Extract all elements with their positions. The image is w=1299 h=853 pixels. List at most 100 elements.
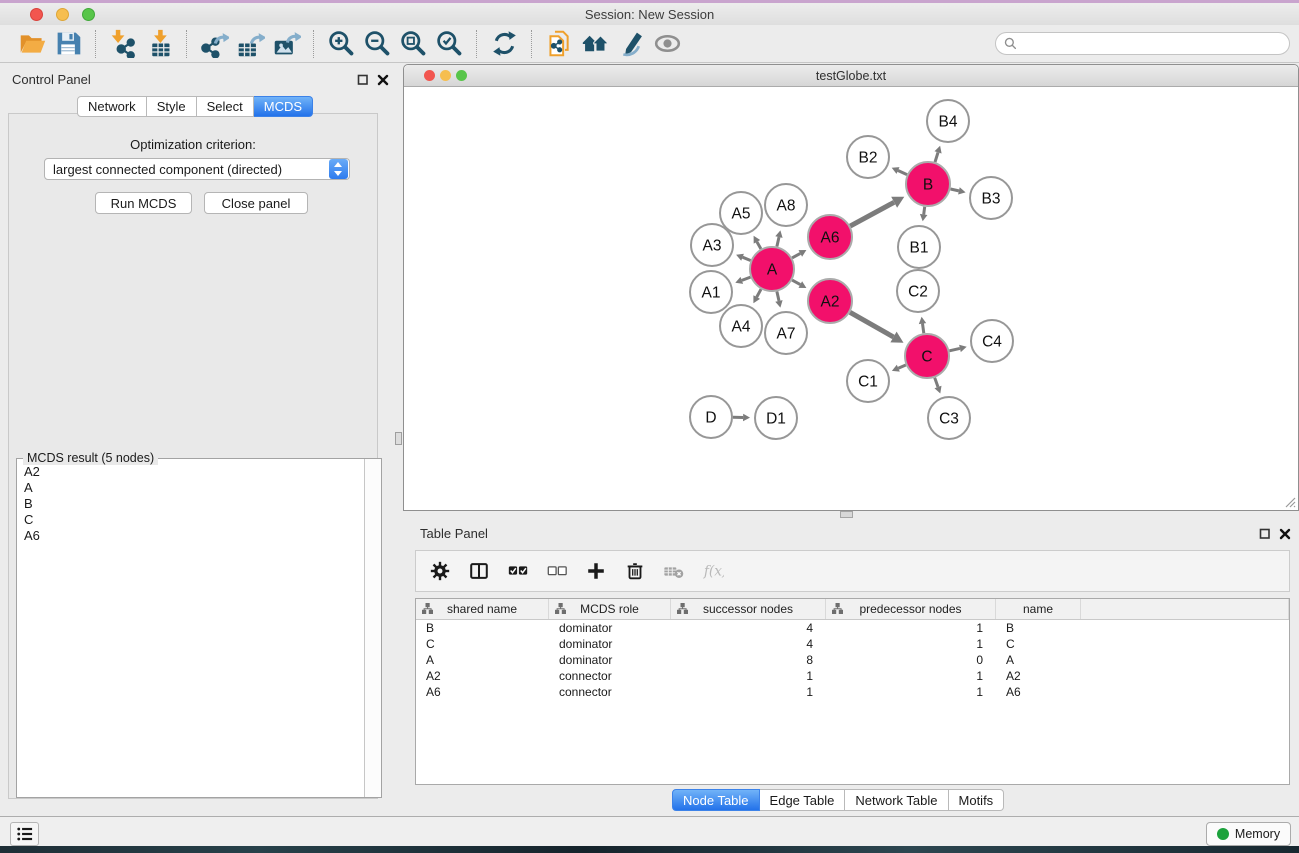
graph-node-C3[interactable]: C3 xyxy=(928,397,970,439)
result-scrollbar[interactable] xyxy=(364,459,381,797)
table-row-C[interactable]: Cdominator41C xyxy=(416,636,1289,652)
graph-node-C4[interactable]: C4 xyxy=(971,320,1013,362)
export-table-button[interactable] xyxy=(232,28,268,60)
graph-edge-C-C3[interactable] xyxy=(935,378,942,394)
search-input[interactable] xyxy=(995,32,1290,55)
mcds-result-item[interactable]: B xyxy=(24,496,357,512)
network-window-titlebar[interactable]: testGlobe.txt xyxy=(404,65,1298,87)
tab-network-table[interactable]: Network Table xyxy=(845,789,948,811)
graph-node-D[interactable]: D xyxy=(690,396,732,438)
split-panel-button[interactable] xyxy=(465,558,492,585)
graph-edge-A-A4[interactable] xyxy=(753,289,761,303)
graph-node-B2[interactable]: B2 xyxy=(847,136,889,178)
table-row-A[interactable]: Adominator80A xyxy=(416,652,1289,668)
graph-edge-C-C2[interactable] xyxy=(919,317,926,333)
horizontal-splitter-grip[interactable] xyxy=(840,511,853,518)
table-row-A2[interactable]: A2connector11A2 xyxy=(416,668,1289,684)
graph-edge-B-B3[interactable] xyxy=(951,187,966,194)
close-table-panel-icon[interactable] xyxy=(1279,527,1291,539)
mcds-result-item[interactable]: C xyxy=(24,512,357,528)
float-panel-icon[interactable] xyxy=(357,73,369,85)
graph-node-B4[interactable]: B4 xyxy=(927,100,969,142)
graph-edge-A-A3[interactable] xyxy=(736,254,751,261)
resize-grip-icon[interactable] xyxy=(1283,495,1296,508)
tab-edge-table[interactable]: Edge Table xyxy=(760,789,846,811)
zoom-in-button[interactable] xyxy=(323,28,359,60)
graph-edge-A6-B[interactable] xyxy=(850,197,904,226)
graph-edge-C-C1[interactable] xyxy=(892,365,906,372)
column-header-shared-name[interactable]: shared name xyxy=(416,599,549,619)
graph-edge-A-A1[interactable] xyxy=(735,277,750,284)
select-all-columns-button[interactable] xyxy=(504,558,531,585)
mcds-result-item[interactable]: A6 xyxy=(24,528,357,544)
graph-edge-A-A6[interactable] xyxy=(792,250,806,258)
vertical-splitter[interactable] xyxy=(391,63,403,816)
mcds-result-item[interactable]: A xyxy=(24,480,357,496)
graph-node-A4[interactable]: A4 xyxy=(720,305,762,347)
graph-edge-A-A7[interactable] xyxy=(775,292,782,308)
graph-edge-C-C4[interactable] xyxy=(949,345,966,352)
graph-node-A5[interactable]: A5 xyxy=(720,192,762,234)
graph-node-C2[interactable]: C2 xyxy=(897,270,939,312)
memory-button[interactable]: Memory xyxy=(1206,822,1291,846)
graph-node-A8[interactable]: A8 xyxy=(765,184,807,226)
graph-node-A7[interactable]: A7 xyxy=(765,312,807,354)
tab-mcds[interactable]: MCDS xyxy=(254,96,313,117)
graph-edge-B-B4[interactable] xyxy=(935,146,942,162)
graph-edge-B-B2[interactable] xyxy=(892,167,907,175)
import-network-button[interactable] xyxy=(105,28,141,60)
tab-node-table[interactable]: Node Table xyxy=(672,789,760,811)
zoom-fit-button[interactable] xyxy=(395,28,431,60)
graph-node-A[interactable]: A xyxy=(750,247,794,291)
splitter-grip[interactable] xyxy=(395,432,402,445)
tab-style[interactable]: Style xyxy=(147,96,197,117)
table-row-A6[interactable]: A6connector11A6 xyxy=(416,684,1289,700)
add-column-button[interactable] xyxy=(582,558,609,585)
refresh-layout-button[interactable] xyxy=(486,28,522,60)
graph-node-C1[interactable]: C1 xyxy=(847,360,889,402)
float-table-panel-icon[interactable] xyxy=(1259,527,1271,539)
tab-select[interactable]: Select xyxy=(197,96,254,117)
close-panel-button[interactable]: Close panel xyxy=(204,192,308,214)
graph-node-A2[interactable]: A2 xyxy=(808,279,852,323)
export-network-button[interactable] xyxy=(196,28,232,60)
network-from-document-button[interactable] xyxy=(541,28,577,60)
column-header-successor-nodes[interactable]: successor nodes xyxy=(671,599,826,619)
import-table-button[interactable] xyxy=(141,28,177,60)
show-view-button[interactable] xyxy=(649,28,685,60)
graph-node-B1[interactable]: B1 xyxy=(898,226,940,268)
graph-node-B[interactable]: B xyxy=(906,162,950,206)
settings-gear-button[interactable] xyxy=(426,558,453,585)
zoom-out-button[interactable] xyxy=(359,28,395,60)
task-history-button[interactable] xyxy=(10,822,39,846)
open-file-button[interactable] xyxy=(14,28,50,60)
select-stepper-icon[interactable] xyxy=(329,159,348,179)
graph-edge-A2-C[interactable] xyxy=(850,312,904,342)
graph-node-C[interactable]: C xyxy=(905,334,949,378)
graph-node-A3[interactable]: A3 xyxy=(691,224,733,266)
hide-graphics-details-button[interactable] xyxy=(613,28,649,60)
graph-edge-B-B1[interactable] xyxy=(920,207,928,222)
mcds-result-list[interactable]: A2ABCA6 xyxy=(17,459,364,797)
column-header-MCDS-role[interactable]: MCDS role xyxy=(549,599,671,619)
mcds-result-item[interactable]: A2 xyxy=(24,464,357,480)
graph-node-B3[interactable]: B3 xyxy=(970,177,1012,219)
titlebar[interactable]: Session: New Session xyxy=(0,3,1299,25)
column-header-predecessor-nodes[interactable]: predecessor nodes xyxy=(826,599,996,619)
graph-node-D1[interactable]: D1 xyxy=(755,397,797,439)
graph-edge-A-A2[interactable] xyxy=(792,280,806,288)
criterion-select[interactable]: largest connected component (directed) xyxy=(44,158,350,180)
export-image-button[interactable] xyxy=(268,28,304,60)
graph-node-A1[interactable]: A1 xyxy=(690,271,732,313)
delete-columns-button[interactable] xyxy=(621,558,648,585)
column-header-name[interactable]: name xyxy=(996,599,1081,619)
network-canvas[interactable]: B4 B2 B B3 A5 A8 A6 A3 B1 A A1 C2 A2 A4 … xyxy=(404,87,1298,510)
tab-motifs[interactable]: Motifs xyxy=(949,789,1005,811)
zoom-selected-button[interactable] xyxy=(431,28,467,60)
run-mcds-button[interactable]: Run MCDS xyxy=(95,192,192,214)
home-browser-button[interactable] xyxy=(577,28,613,60)
graph-edge-D-D1[interactable] xyxy=(733,414,750,422)
graph-edge-A-A5[interactable] xyxy=(754,236,761,249)
unselect-all-columns-button[interactable] xyxy=(543,558,570,585)
save-session-button[interactable] xyxy=(50,28,86,60)
